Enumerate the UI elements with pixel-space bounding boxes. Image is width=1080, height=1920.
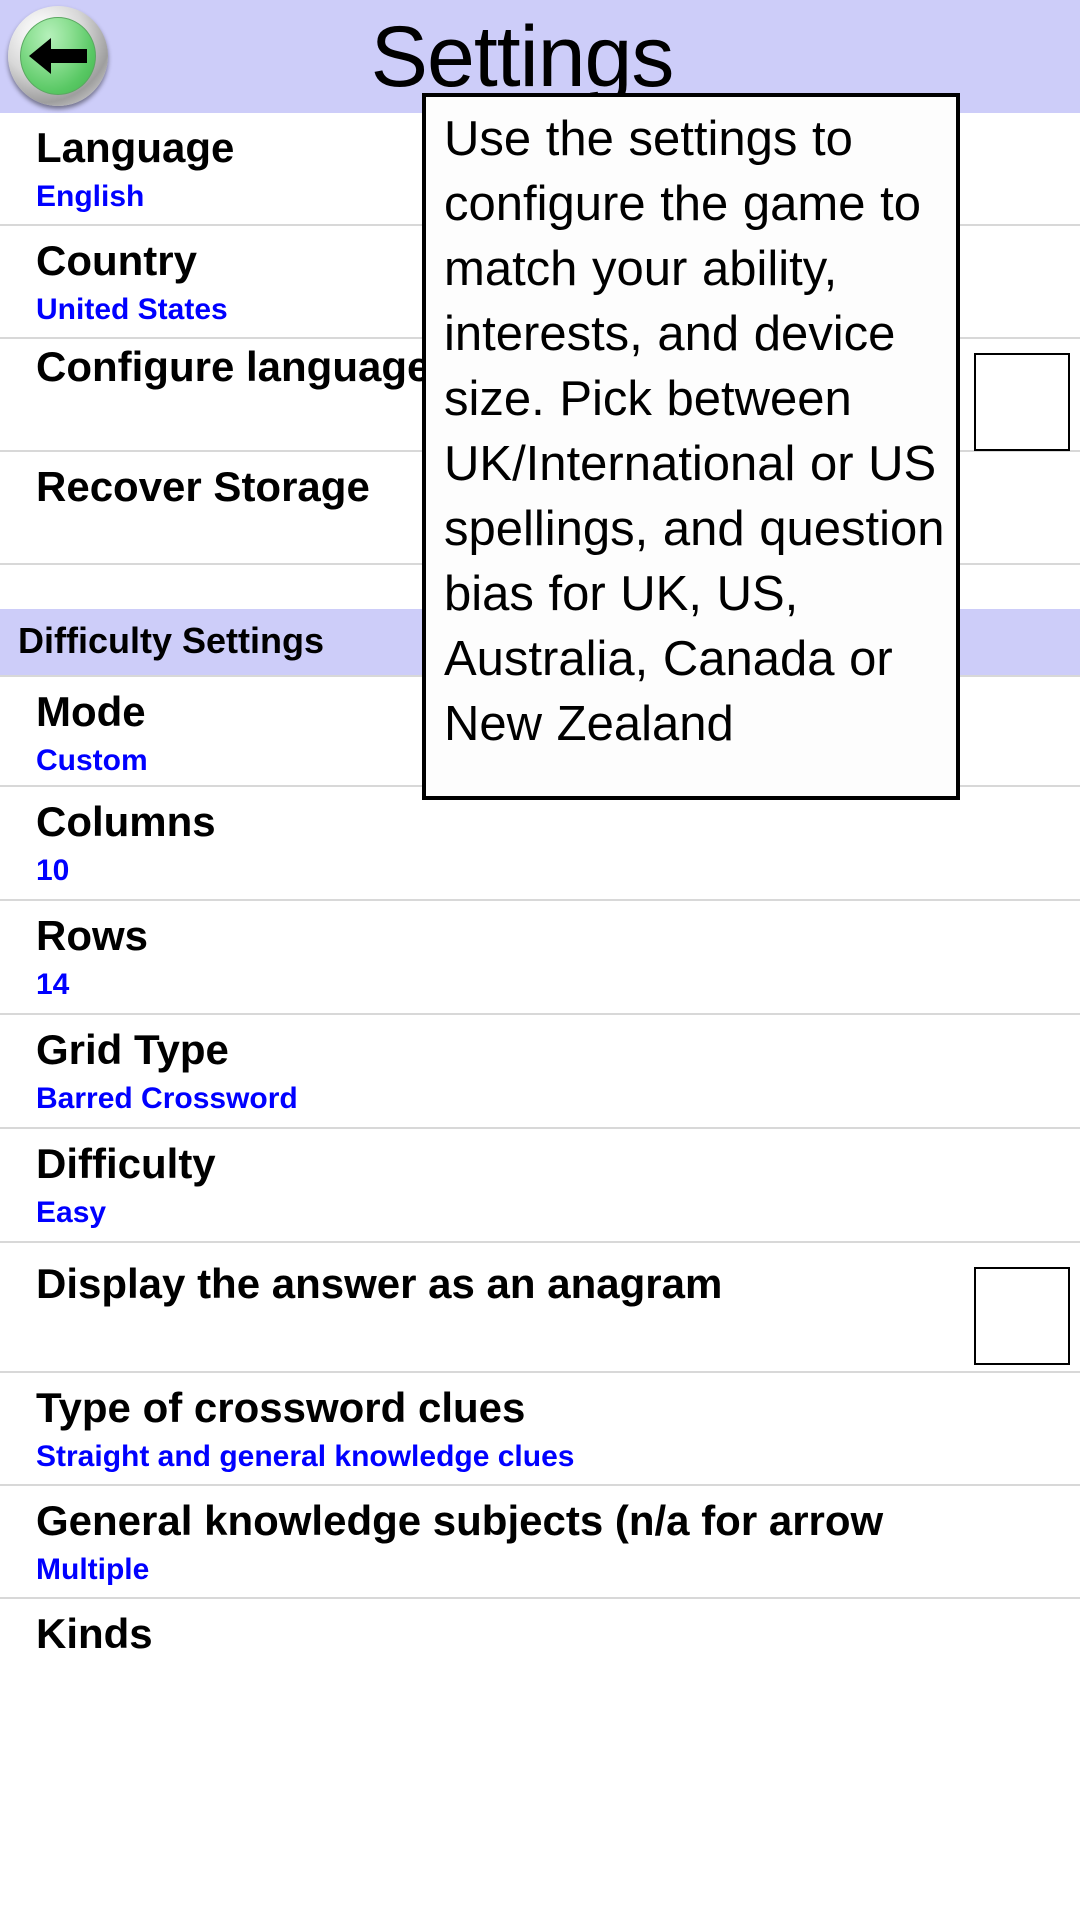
back-button-face bbox=[20, 17, 96, 95]
row-texts: Type of crossword clues Straight and gen… bbox=[36, 1381, 1080, 1479]
setting-value-clue-type: Straight and general knowledge clues bbox=[36, 1440, 575, 1473]
setting-label-rows: Rows bbox=[36, 912, 149, 959]
setting-label-clue-type: Type of crossword clues bbox=[36, 1384, 526, 1431]
help-tooltip-popup[interactable]: Use the settings to configure the game t… bbox=[422, 93, 960, 800]
setting-label-general-knowledge-subjects: General knowledge subjects (n/a for arro… bbox=[36, 1497, 884, 1544]
setting-value-columns: 10 bbox=[36, 854, 70, 887]
setting-label-columns: Columns bbox=[36, 798, 216, 845]
setting-label-difficulty: Difficulty bbox=[36, 1140, 216, 1187]
setting-label-kinds: Kinds bbox=[36, 1610, 153, 1657]
setting-row-anagram[interactable]: Display the answer as an anagram bbox=[0, 1243, 1080, 1373]
setting-label-anagram: Display the answer as an anagram bbox=[36, 1260, 723, 1307]
setting-row-clue-type[interactable]: Type of crossword clues Straight and gen… bbox=[0, 1373, 1080, 1486]
setting-value-grid-type: Barred Crossword bbox=[36, 1082, 298, 1115]
back-button[interactable] bbox=[8, 6, 108, 106]
row-texts: Display the answer as an anagram bbox=[36, 1257, 962, 1311]
setting-row-difficulty[interactable]: Difficulty Easy bbox=[0, 1129, 1080, 1243]
help-tooltip-text: Use the settings to configure the game t… bbox=[444, 112, 945, 751]
setting-row-rows[interactable]: Rows 14 bbox=[0, 901, 1080, 1015]
setting-checkbox-configure-language-dictionary[interactable] bbox=[974, 353, 1070, 451]
setting-checkbox-anagram[interactable] bbox=[974, 1267, 1070, 1365]
setting-value-difficulty: Easy bbox=[36, 1196, 107, 1229]
page-title: Settings bbox=[370, 8, 675, 105]
row-texts: Grid Type Barred Crossword bbox=[36, 1023, 1080, 1121]
setting-row-general-knowledge-subjects[interactable]: General knowledge subjects (n/a for arro… bbox=[0, 1486, 1080, 1599]
setting-value-general-knowledge-subjects: Multiple bbox=[36, 1553, 150, 1586]
row-texts: Difficulty Easy bbox=[36, 1137, 1080, 1235]
row-texts: General knowledge subjects (n/a for arro… bbox=[36, 1494, 1080, 1592]
setting-row-grid-type[interactable]: Grid Type Barred Crossword bbox=[0, 1015, 1080, 1129]
row-texts: Rows 14 bbox=[36, 909, 1080, 1007]
setting-value-rows: 14 bbox=[36, 968, 70, 1001]
setting-row-kinds[interactable]: Kinds bbox=[0, 1599, 1080, 1712]
setting-label-grid-type: Grid Type bbox=[36, 1026, 229, 1073]
row-texts: Columns 10 bbox=[36, 795, 1080, 893]
row-texts: Kinds bbox=[36, 1607, 1080, 1661]
back-arrow-icon bbox=[29, 38, 87, 74]
settings-screen: Settings Language English Country United… bbox=[0, 0, 1080, 1920]
setting-row-columns[interactable]: Columns 10 bbox=[0, 787, 1080, 901]
